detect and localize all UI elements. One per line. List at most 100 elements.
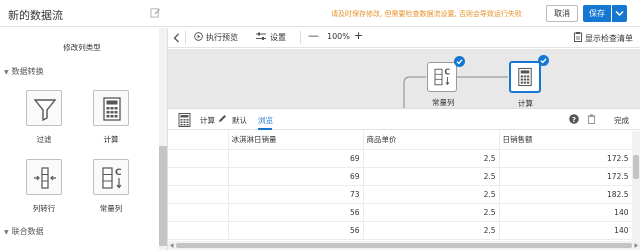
chevron-left-icon[interactable] — [173, 33, 180, 43]
collapse-triangle-icon: ▼ — [4, 229, 9, 236]
data-table: 冰淇淋日销量 商品单价 日销售额 69 2.5 172.5 69 2.5 172… — [168, 131, 633, 250]
pencil-icon[interactable] — [218, 114, 227, 123]
table-cell — [168, 167, 229, 186]
filter-icon — [33, 99, 57, 122]
column-header[interactable]: 日销售额 — [499, 131, 633, 150]
grid-horizontal-scroll-thumb[interactable] — [176, 243, 632, 248]
active-tab-indicator — [258, 128, 272, 130]
calculator-tool-box — [93, 90, 129, 126]
table-cell: 56 — [228, 221, 364, 240]
table-row: 69 2.5 172.5 — [168, 149, 633, 168]
zoom-in-button[interactable]: + — [354, 29, 363, 42]
tab-browse[interactable]: 浏览 — [258, 115, 273, 126]
save-dropdown-button[interactable] — [612, 5, 627, 22]
tab-default[interactable]: 默认 — [232, 115, 247, 126]
scroll-right-arrow-icon[interactable] — [634, 243, 638, 248]
edit-icon[interactable] — [150, 7, 161, 18]
tool-label: 过滤 — [36, 135, 52, 144]
node-status-check-icon — [454, 56, 465, 67]
section-join-data[interactable]: ▼ 联合数据 — [4, 226, 44, 237]
column-header[interactable]: 冰淇淋日销量 — [228, 131, 364, 150]
column-to-row-icon — [34, 167, 56, 189]
svg-text:?: ? — [572, 116, 576, 124]
bottom-panel-header: 计算 默认 浏览 ? 完成 — [168, 108, 640, 130]
table-cell: 2.5 — [363, 203, 500, 222]
table-cell: 2.5 — [363, 149, 500, 168]
grid-vertical-scroll-thumb[interactable] — [633, 155, 639, 179]
scroll-left-arrow-icon[interactable] — [170, 243, 174, 248]
column-header[interactable]: 商品单价 — [363, 131, 500, 150]
help-icon[interactable]: ? — [569, 114, 579, 124]
preview-data-grid[interactable]: 冰淇淋日销量 商品单价 日销售额 69 2.5 172.5 69 2.5 172… — [168, 131, 633, 250]
table-cell: 2.5 — [363, 185, 500, 204]
trash-icon[interactable] — [587, 114, 596, 124]
canvas-toolbar: 执行预览 设置 — 100% + 显示检查清单 — [168, 28, 640, 48]
show-checklist-button[interactable]: 显示检查清单 — [574, 32, 633, 44]
table-cell: 140 — [499, 221, 633, 240]
run-preview-button[interactable]: 执行预览 — [194, 32, 238, 43]
toolbar-divider — [300, 31, 301, 44]
tool-filter[interactable]: 过滤 — [24, 90, 64, 145]
table-cell: 69 — [228, 149, 364, 168]
page-title[interactable]: 新的数据流 — [8, 7, 63, 23]
table-row: 73 2.5 182.5 — [168, 185, 633, 204]
cancel-button[interactable]: 取消 — [546, 5, 578, 22]
filter-tool-box — [26, 90, 62, 126]
left-panel-scroll-thumb[interactable] — [159, 146, 167, 246]
tool-label: 常量列 — [99, 204, 123, 213]
table-cell: 73 — [228, 185, 364, 204]
table-row: 69 2.5 172.5 — [168, 167, 633, 186]
svg-text:C: C — [444, 68, 450, 77]
node-constant-column[interactable]: C — [427, 62, 457, 92]
table-row: 56 2.5 140 — [168, 203, 633, 222]
table-cell — [168, 221, 229, 240]
table-cell: 2.5 — [363, 167, 500, 186]
tool-change-column-type[interactable]: 修改列类型 — [52, 28, 112, 53]
node-label: 常量列 — [432, 98, 455, 107]
table-cell — [168, 185, 229, 204]
settings-sliders-icon — [256, 32, 266, 40]
table-cell: 172.5 — [499, 167, 633, 186]
tool-column-to-row[interactable]: 列转行 — [24, 159, 64, 214]
table-cell: 69 — [228, 167, 364, 186]
flow-canvas[interactable]: C 常量列 计算 — [168, 49, 640, 108]
table-cell — [168, 149, 229, 168]
column-to-row-tool-box — [26, 159, 62, 195]
tool-label: 修改列类型 — [63, 43, 101, 52]
tool-calculate[interactable]: 计算 — [91, 90, 131, 145]
svg-text:C: C — [115, 168, 122, 178]
chevron-down-icon — [615, 10, 624, 17]
constant-column-tool-box: C — [93, 159, 129, 195]
done-button[interactable]: 完成 — [614, 115, 629, 126]
toolbar-divider — [185, 31, 186, 44]
table-cell: 56 — [228, 203, 364, 222]
table-cell: 182.5 — [499, 185, 633, 204]
table-cell: 2.5 — [363, 221, 500, 240]
table-header-row: 冰淇淋日销量 商品单价 日销售额 — [168, 131, 633, 150]
tool-constant-column[interactable]: C 常量列 — [91, 159, 131, 214]
constant-column-icon: C — [434, 68, 450, 86]
grid-vertical-scrollbar[interactable] — [632, 131, 640, 241]
node-calculate[interactable] — [509, 61, 541, 93]
play-circle-icon — [194, 32, 203, 41]
column-header[interactable] — [168, 131, 229, 150]
collapse-triangle-icon: ▼ — [4, 69, 9, 76]
calculator-icon — [103, 97, 121, 121]
table-row: 56 2.5 140 — [168, 221, 633, 240]
tool-label: 列转行 — [32, 204, 56, 213]
checklist-icon — [574, 32, 582, 42]
table-cell: 172.5 — [499, 149, 633, 168]
tab-calculate[interactable]: 计算 — [200, 115, 215, 126]
settings-button[interactable]: 设置 — [256, 32, 286, 43]
zoom-out-button[interactable]: — — [308, 29, 319, 42]
operator-panel: 修改列类型 ▼ 数据转换 过滤 计算 列转行 C 常量列 ▼ 联合数据 — [0, 28, 168, 250]
top-bar: 新的数据流 请及时保存修改, 但需要检查数据流设置, 否则会导致运行失败 取消 … — [0, 0, 640, 27]
table-cell: 140 — [499, 203, 633, 222]
section-data-transform[interactable]: ▼ 数据转换 — [4, 66, 44, 77]
constant-column-icon: C — [102, 167, 122, 189]
save-button[interactable]: 保存 — [583, 5, 611, 22]
unsaved-warning: 请及时保存修改, 但需要检查数据流设置, 否则会导致运行失败 — [331, 10, 522, 18]
calculator-icon — [518, 67, 532, 87]
flow-connectors — [403, 76, 508, 108]
table-cell — [168, 203, 229, 222]
